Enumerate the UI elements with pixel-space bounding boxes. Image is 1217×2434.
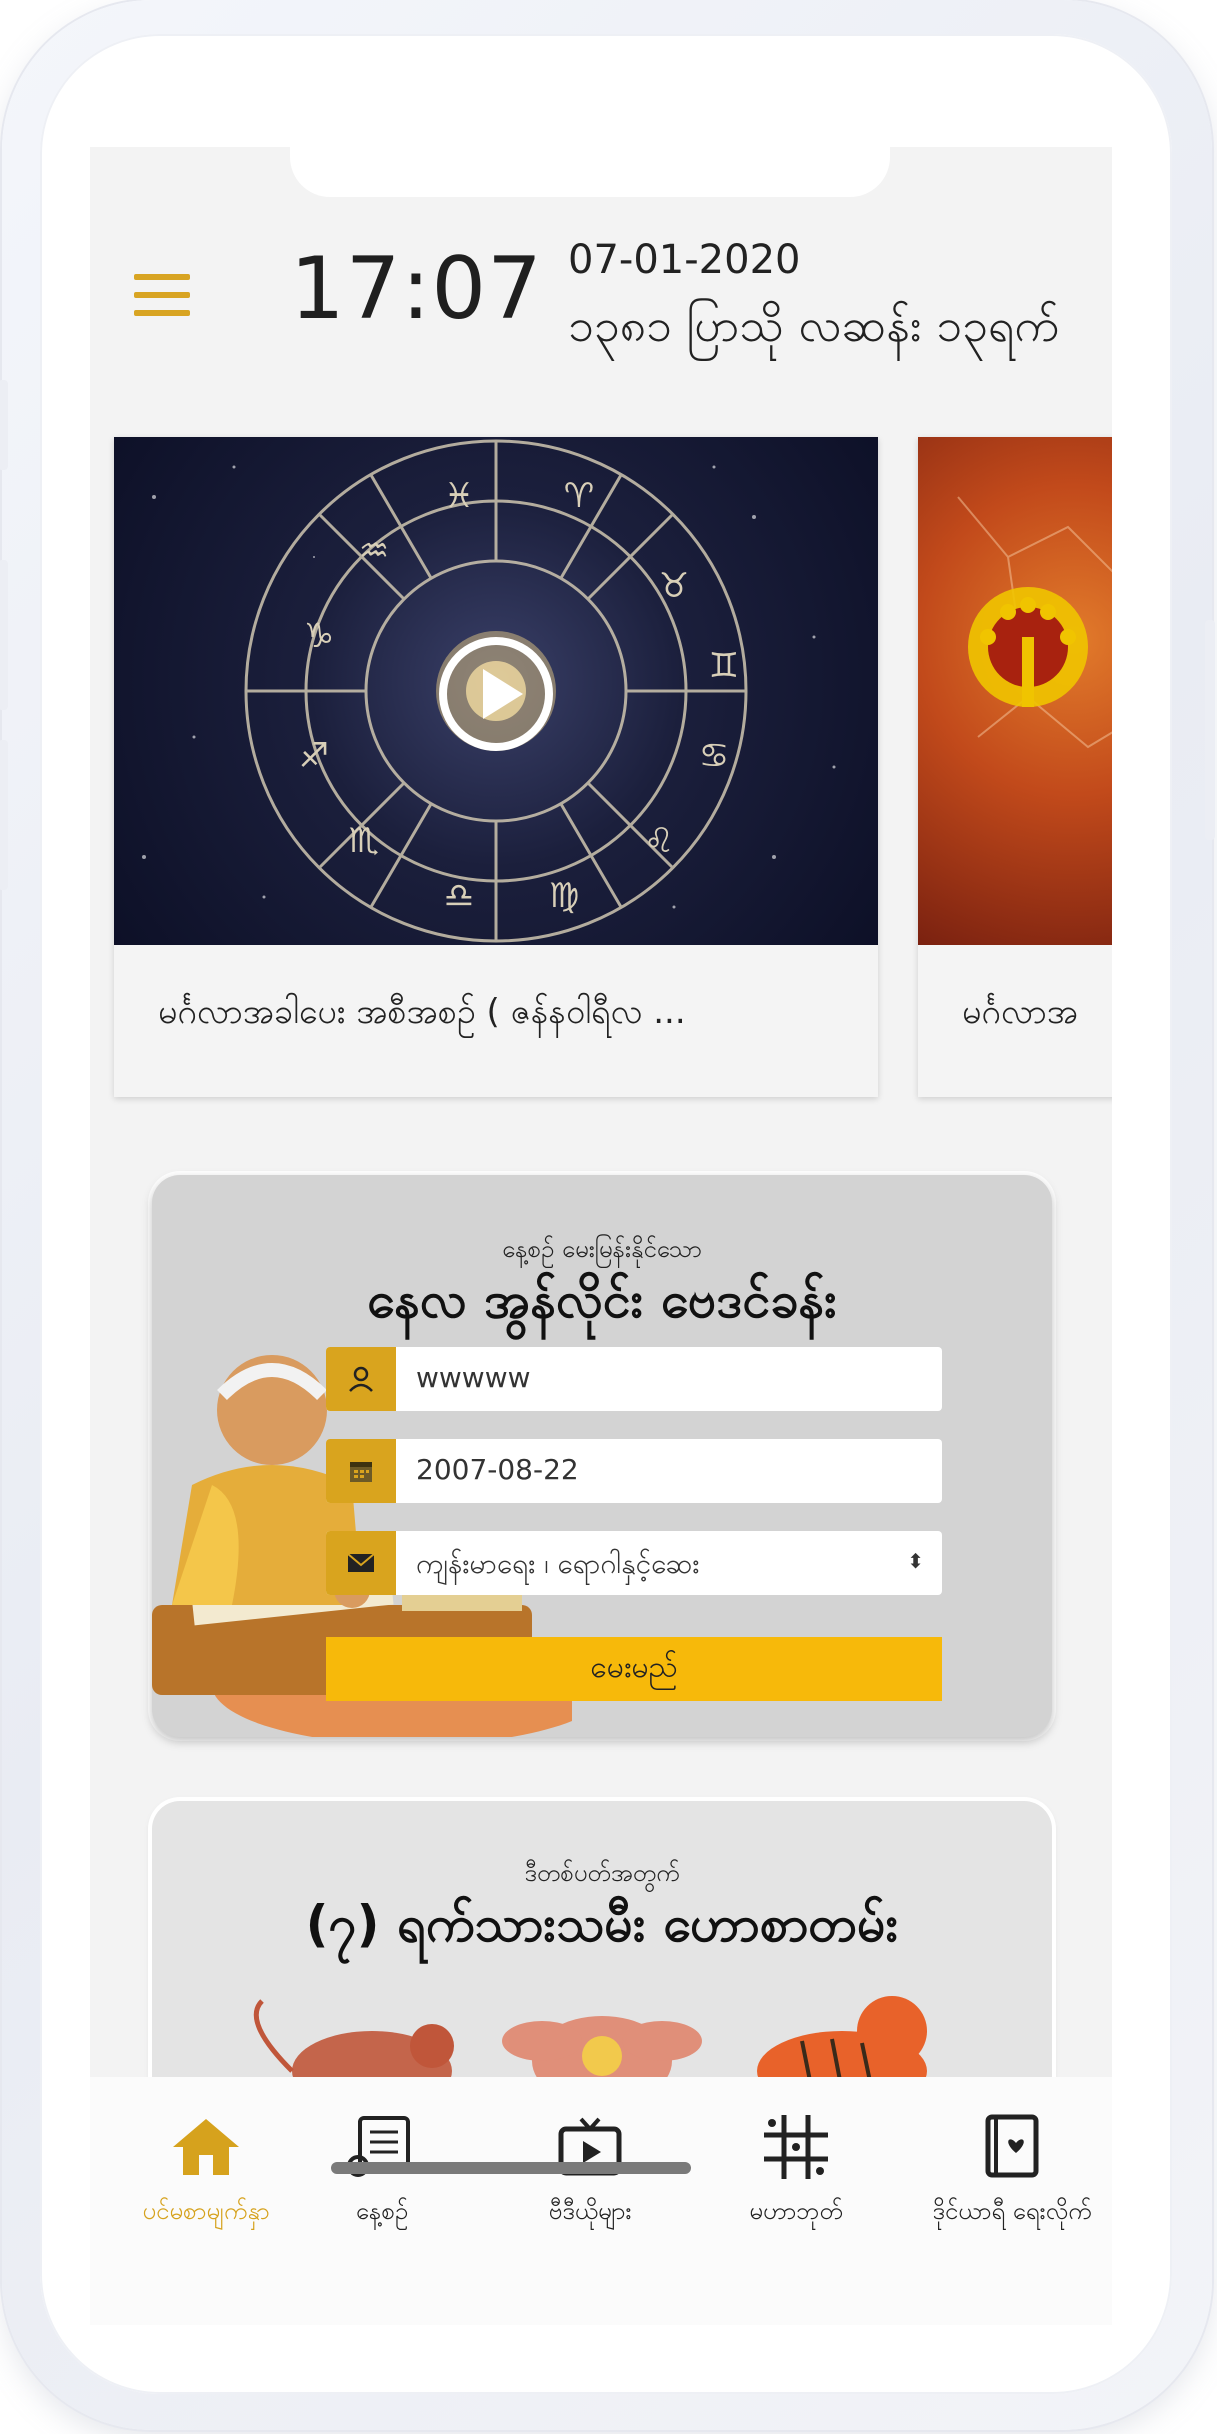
- bottom-navigation: ပင်မစာမျက်နှာ နေ့စဉ် ဗီဒီယိုများ မဟာဘုတ်…: [90, 2077, 1112, 2325]
- name-field[interactable]: wwwww: [326, 1347, 942, 1411]
- video-card[interactable]: ♓ ♈ ♉ ♊ ♋ ♌ ♍ ♎ ♏ ♐ ♑ ♒ မင်္ဂလာအခါပေး အစီအစဉ် …: [114, 437, 878, 1097]
- svg-text:♓: ♓: [444, 476, 474, 516]
- horoscope-form-card: နေ့စဉ် မေးမြန်းနိုင်သော နေလ အွန်လိုင်း ဗ…: [152, 1175, 1052, 1737]
- promo-subtitle: ဒီတစ်ပတ်အတွက်: [524, 1859, 680, 1887]
- svg-text:♈: ♈: [564, 476, 594, 516]
- gregorian-date: 07-01-2020: [568, 237, 801, 283]
- calendar-icon: [326, 1439, 396, 1503]
- svg-text:♎: ♎: [444, 876, 474, 916]
- svg-text:♒: ♒: [359, 531, 389, 571]
- zodiac-wheel-thumbnail: ♓ ♈ ♉ ♊ ♋ ♌ ♍ ♎ ♏ ♐ ♑ ♒: [114, 437, 878, 945]
- nav-daily-label: နေ့စဉ်: [355, 2197, 409, 2225]
- ask-button[interactable]: မေးမည်: [326, 1637, 942, 1701]
- app-screen: 17:07 07-01-2020 ၁၃၈၁ ပြာသို လဆန်း ၁၃ရက်: [90, 147, 1112, 2325]
- video-title: မင်္ဂလာအခါပေး အစီအစဉ် ( ဇန်နဝါရီလ ...: [158, 992, 686, 1032]
- myanmar-date: ၁၃၈၁ ပြာသို လဆန်း ၁၃ရက်: [568, 298, 1060, 352]
- birthdate-field[interactable]: 2007-08-22: [326, 1439, 942, 1503]
- home-icon: [106, 2109, 306, 2185]
- envelope-icon: [326, 1531, 396, 1595]
- nav-mahabote-label: မဟာဘုတ်: [749, 2197, 843, 2225]
- diary-icon: [912, 2109, 1112, 2185]
- topic-value: ကျန်းမာရေး ၊ ရောဂါနှင့်ဆေး: [416, 1547, 700, 1580]
- hamburger-menu-icon[interactable]: [134, 274, 190, 318]
- nav-home[interactable]: ပင်မစာမျက်နှာ: [106, 2109, 306, 2231]
- video-title: မင်္ဂလာအ: [962, 992, 1078, 1032]
- nav-mahabote[interactable]: မဟာဘုတ်: [696, 2109, 896, 2231]
- birthdate-value: 2007-08-22: [416, 1453, 579, 1486]
- svg-text:♉: ♉: [659, 566, 689, 606]
- clock-time: 17:07: [290, 239, 543, 339]
- peacock-constellation-thumbnail: [918, 437, 1112, 945]
- nav-diary[interactable]: ဒိုင်ယာရီ ရေးလိုက်: [912, 2109, 1112, 2231]
- topic-select[interactable]: ကျန်းမာရေး ၊ ရောဂါနှင့်ဆေး ⬍: [326, 1531, 942, 1595]
- user-icon: [326, 1347, 396, 1411]
- home-indicator[interactable]: [331, 2162, 691, 2174]
- form-title: နေလ အွန်လိုင်း ဗေဒင်ခန်း: [366, 1271, 838, 1329]
- svg-text:♑: ♑: [304, 616, 334, 656]
- nav-home-label: ပင်မစာမျက်နှာ: [142, 2197, 270, 2225]
- svg-text:♐: ♐: [299, 736, 329, 776]
- notch: [290, 147, 890, 197]
- svg-text:♋: ♋: [699, 736, 729, 776]
- play-button-icon[interactable]: [439, 637, 553, 751]
- video-card[interactable]: မင်္ဂလာအ: [918, 437, 1112, 1097]
- dropdown-caret-icon: ⬍: [907, 1549, 924, 1573]
- form-subtitle: နေ့စဉ် မေးမြန်းနိုင်သော: [502, 1235, 702, 1263]
- svg-text:♌: ♌: [644, 821, 674, 861]
- grid-icon: [696, 2109, 896, 2185]
- nav-videos-label: ဗီဒီယိုများ: [548, 2197, 632, 2225]
- svg-text:♍: ♍: [549, 876, 579, 916]
- svg-text:♊: ♊: [709, 646, 739, 686]
- name-value: wwwww: [416, 1361, 531, 1394]
- promo-title: (၇) ရက်သားသမီး ဟောစာတမ်း: [305, 1895, 899, 1953]
- nav-diary-label: ဒိုင်ယာရီ ရေးလိုက်: [932, 2197, 1092, 2225]
- svg-text:♏: ♏: [349, 821, 379, 861]
